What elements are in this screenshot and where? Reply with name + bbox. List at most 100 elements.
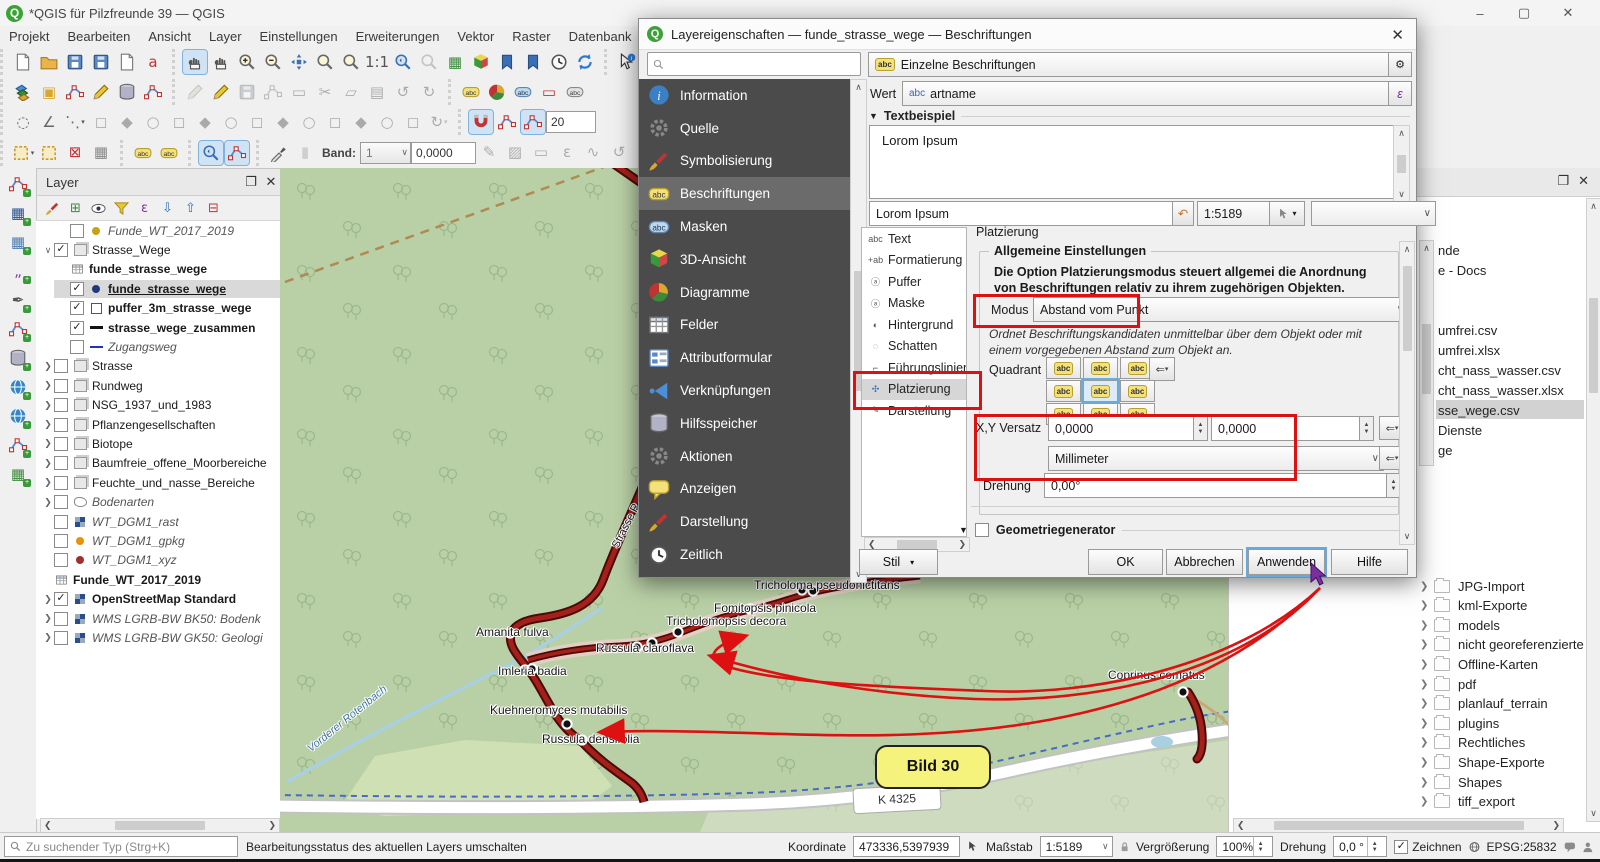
settings-tab-hintergrund[interactable]: ◐Hintergrund [862, 314, 966, 336]
layer-checkbox[interactable] [54, 495, 68, 509]
browser-folder-Offline-Karten[interactable]: ❯Offline-Karten [1420, 655, 1538, 673]
new-raster-icon[interactable]: ▦+ [6, 201, 30, 225]
layer-item-puffer_3m_strasse_wege[interactable]: ✓puffer_3m_strasse_wege [36, 299, 280, 318]
crs-globe-icon[interactable] [1469, 840, 1480, 854]
browser-folder-plugins[interactable]: ❯plugins [1420, 714, 1499, 732]
close-panel-icon[interactable]: ✕ [1578, 173, 1589, 189]
layer-checkbox[interactable] [54, 437, 68, 451]
user-profile-icon[interactable] [1582, 840, 1594, 854]
layer-checkbox[interactable] [70, 340, 84, 354]
select-all-icon[interactable]: ▦ [89, 141, 113, 165]
band-offset[interactable]: 0,0000 [411, 142, 476, 164]
settings-tab-maske[interactable]: ⓐMaske [862, 293, 966, 315]
postgis-icon[interactable]: + [6, 346, 30, 370]
change-label-icon[interactable]: abc [157, 141, 181, 165]
new-vector-icon[interactable]: + [6, 172, 30, 196]
layer-checkbox[interactable] [54, 612, 68, 626]
quadrant-data-define-button[interactable]: ⇐▾ [1149, 357, 1175, 381]
snap-on-intersection-icon[interactable] [495, 110, 519, 134]
settings-tab-darstellung[interactable]: ✎Darstellung [862, 400, 966, 422]
project-properties-icon[interactable] [115, 50, 139, 74]
topological-editing-icon[interactable] [521, 110, 545, 134]
unit-combo[interactable]: Millimeter [1048, 446, 1384, 471]
new-shapefile-icon[interactable] [63, 80, 87, 104]
layer-item-WMS LGRB-BW GK50: Geologi[interactable]: ❯WMS LGRB-BW GK50: Geologi [36, 628, 280, 647]
expander-icon[interactable]: ❯ [42, 632, 54, 643]
menu-raster[interactable]: Raster [503, 27, 559, 46]
filter-legend-icon[interactable] [111, 198, 132, 219]
expander-icon[interactable]: ❯ [42, 594, 54, 605]
new-geopackage-icon[interactable]: ▣ [37, 80, 61, 104]
browser-item[interactable]: cht_nass_wasser.xlsx [1438, 381, 1564, 399]
browser-item[interactable]: Dienste [1438, 421, 1482, 439]
browser-vscrollbar[interactable]: ∧∨ [1586, 198, 1600, 822]
anwenden-button[interactable]: Anwenden [1248, 549, 1325, 575]
dialog-tab-masken[interactable]: abcMasken [639, 210, 850, 243]
save-project-icon[interactable] [63, 50, 87, 74]
layer-item-Biotope[interactable]: ❯Biotope [36, 434, 280, 453]
messages-icon[interactable] [1564, 840, 1576, 854]
browser-item[interactable]: umfrei.xlsx [1438, 341, 1500, 359]
extent-icon[interactable] [967, 839, 979, 854]
select-by-value-icon[interactable] [37, 141, 61, 165]
layer-item-Funde_WT_2017_2019[interactable]: Funde_WT_2017_2019 [36, 570, 280, 589]
layer-item-Zugangsweg[interactable]: Zugangsweg [36, 337, 280, 356]
browser-folder-Rechtliches[interactable]: ❯Rechtliches [1420, 734, 1525, 752]
browser-item[interactable]: ge [1438, 441, 1452, 459]
filter-expression-icon[interactable]: ε [134, 198, 155, 219]
enable-snapping-icon[interactable] [469, 110, 493, 134]
zoom-full-icon[interactable] [287, 50, 311, 74]
manage-visibility-icon[interactable] [88, 198, 109, 219]
menu-layer[interactable]: Layer [200, 27, 251, 46]
layer-item-WT_DGM1_gpkg[interactable]: WT_DGM1_gpkg [36, 531, 280, 550]
browser-folder-kml-Exporte[interactable]: ❯kml-Exporte [1420, 597, 1527, 615]
settings-tab-führungslinien[interactable]: ⌐Führungslinien [862, 357, 966, 379]
layer-checkbox[interactable] [54, 515, 68, 529]
zoom-native-icon[interactable]: 1:1 [365, 50, 389, 74]
expander-icon[interactable]: ❯ [42, 400, 54, 411]
layer-item-WMS LGRB-BW BK50: Bodenk[interactable]: ❯WMS LGRB-BW BK50: Bodenk [36, 609, 280, 628]
zoom-last-icon[interactable] [391, 50, 415, 74]
browser-hscrollbar[interactable]: ❮❯ [1233, 818, 1564, 833]
dialog-tab-symbolisierung[interactable]: Symbolisierung [639, 145, 850, 178]
geometry-generator-section[interactable]: ▼ Geometriegenerator [959, 523, 1404, 537]
wms-icon[interactable]: + [6, 404, 30, 428]
flag-found-icon[interactable] [225, 141, 249, 165]
expander-icon[interactable]: ❯ [42, 458, 54, 469]
offset-y-spinbox[interactable]: 0,0000 [1211, 416, 1373, 441]
browser-item[interactable]: cht_nass_wasser.csv [1438, 361, 1561, 379]
dialog-tab-verknüpfungen[interactable]: Verknüpfungen [639, 374, 850, 407]
dialog-search-input[interactable] [647, 52, 861, 76]
layer-item-funde_strasse_wege[interactable]: funde_strasse_wege [36, 260, 280, 279]
dialog-tab-anzeigen[interactable]: Anzeigen [639, 473, 850, 506]
layer-item-Bodenarten[interactable]: ❯Bodenarten [36, 492, 280, 511]
layer-labeling-icon[interactable]: abc [459, 80, 483, 104]
menu-vektor[interactable]: Vektor [448, 27, 503, 46]
new-mesh-icon[interactable]: ▦+ [6, 230, 30, 254]
settings-tab-formatierung[interactable]: +abFormatierung [862, 250, 966, 272]
angle-constraint-icon[interactable]: ∠ [37, 110, 61, 134]
dialog-tab-attributformular[interactable]: Attributformular [639, 341, 850, 374]
maximize-button[interactable]: ▢ [1502, 0, 1546, 26]
dialog-tab-information[interactable]: iInformation [639, 79, 850, 112]
layer-checkbox[interactable]: ✓ [70, 282, 84, 296]
quadrant-button-4[interactable]: abc [1083, 380, 1118, 402]
abbrechen-button[interactable]: Abbrechen [1166, 549, 1243, 575]
menu-bearbeiten[interactable]: Bearbeiten [58, 27, 139, 46]
offset-y-spinner[interactable]: ▲▼ [1359, 416, 1374, 441]
layer-item-Strasse[interactable]: ❯Strasse [36, 357, 280, 376]
menu-erweiterungen[interactable]: Erweiterungen [347, 27, 449, 46]
web-service-icon[interactable]: + [6, 375, 30, 399]
advanced-digitize-icon[interactable]: ⋱▾ [63, 110, 87, 134]
layer-checkbox[interactable]: ✓ [54, 243, 68, 257]
dialog-tab-hilfsspeicher[interactable]: Hilfsspeicher [639, 407, 850, 440]
quadrant-button-5[interactable]: abc [1120, 380, 1155, 402]
zoom-to-found-icon[interactable] [199, 141, 223, 165]
layer-checkbox[interactable] [54, 553, 68, 567]
close-button[interactable]: ✕ [1546, 0, 1590, 26]
zoom-to-layer-icon[interactable] [339, 50, 363, 74]
new-project-icon[interactable] [11, 50, 35, 74]
collapse-all-icon[interactable]: ⇧ [180, 198, 201, 219]
preview-vscrollbar[interactable]: ∧∨ [1393, 125, 1410, 203]
layer-item-Feuchte_und_nasse_Bereiche[interactable]: ❯Feuchte_und_nasse_Bereiche [36, 473, 280, 492]
